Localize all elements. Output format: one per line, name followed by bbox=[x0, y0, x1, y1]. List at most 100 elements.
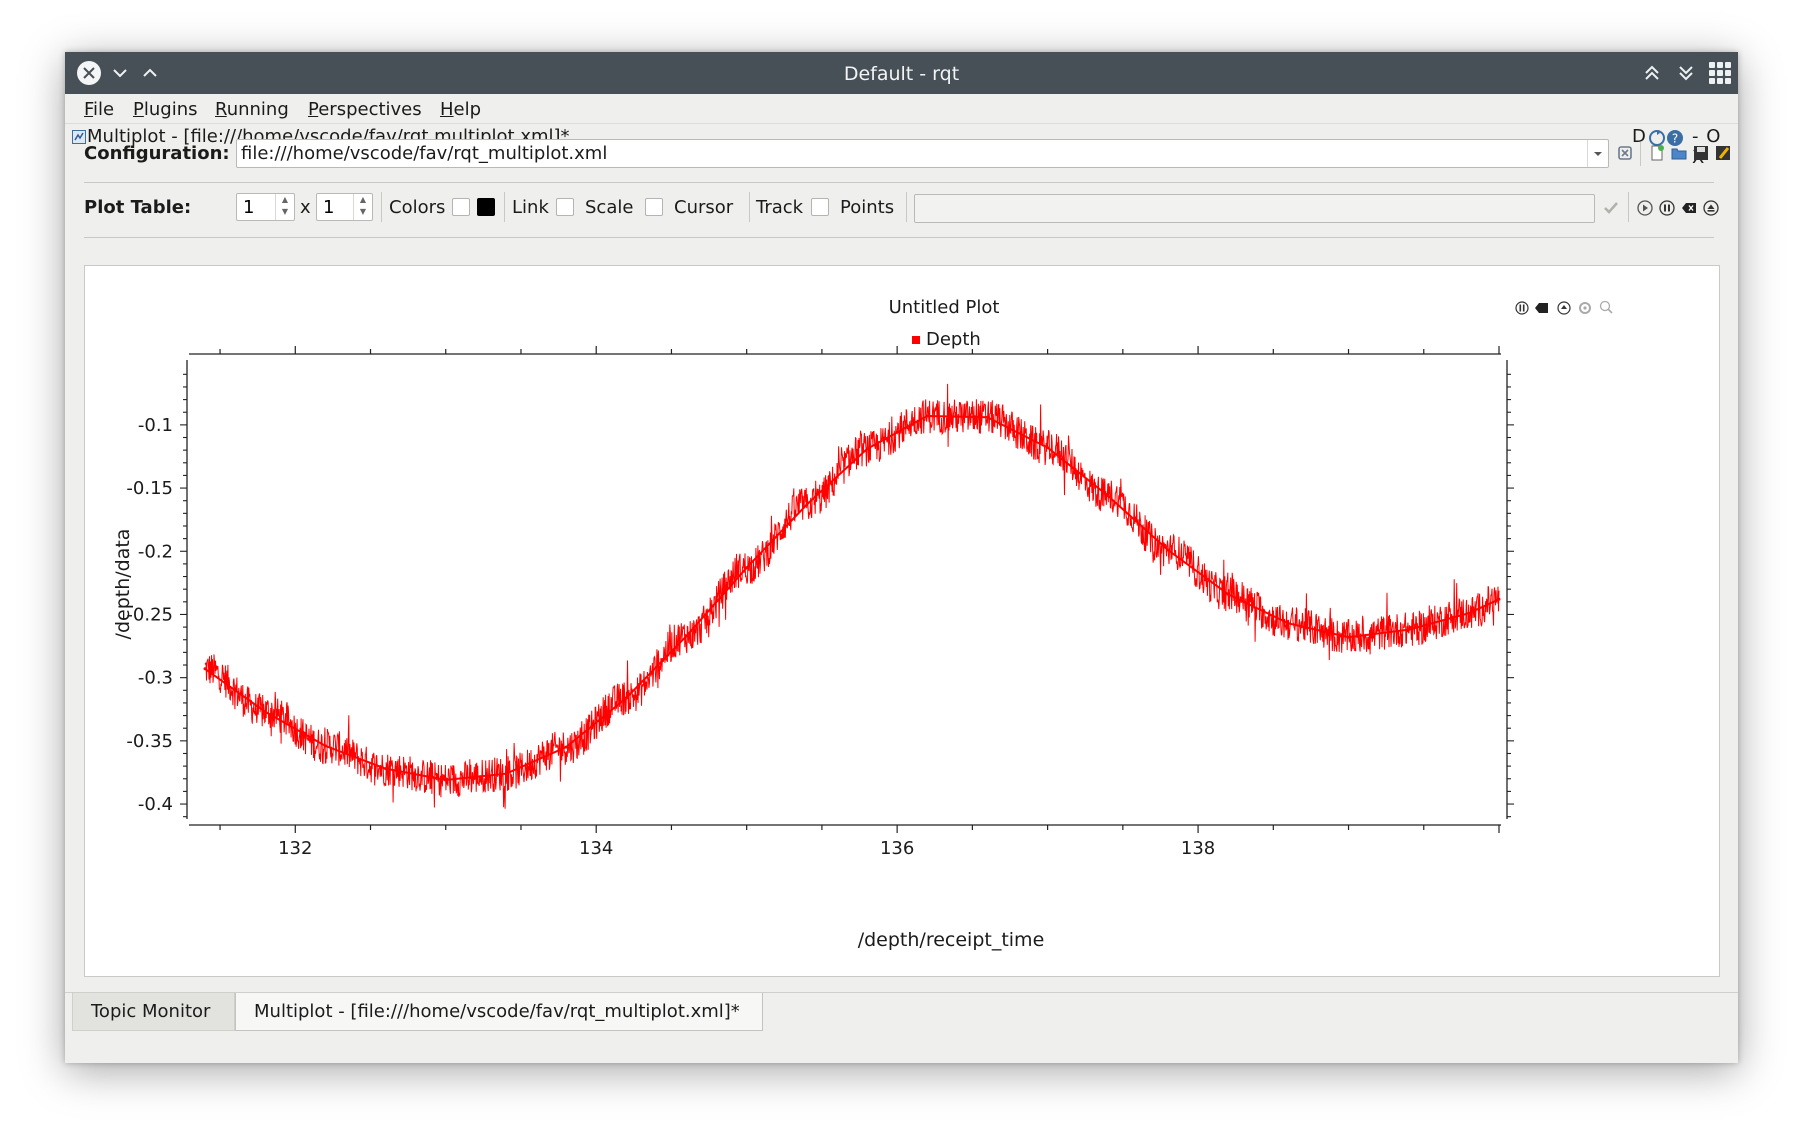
plot-zoom-icon[interactable] bbox=[1599, 300, 1613, 314]
new-file-icon[interactable] bbox=[1648, 144, 1666, 162]
separator bbox=[84, 182, 1714, 183]
configuration-value: file:///home/vscode/fav/rqt_multiplot.xm… bbox=[241, 143, 608, 164]
menu-running[interactable]: Running bbox=[215, 99, 289, 120]
save-as-icon[interactable] bbox=[1714, 144, 1732, 162]
y-tick-label: -0.4 bbox=[138, 794, 173, 815]
series-depth-point bbox=[684, 634, 688, 638]
keep-above-icon[interactable] bbox=[1639, 60, 1665, 86]
separator bbox=[1640, 142, 1641, 166]
series-depth-point bbox=[564, 745, 568, 749]
tab-topic-monitor[interactable]: Topic Monitor bbox=[72, 993, 235, 1031]
cols-value: 1 bbox=[323, 197, 335, 218]
series-depth-point bbox=[624, 696, 628, 700]
export-path-field[interactable] bbox=[914, 194, 1595, 223]
series-depth-point bbox=[805, 503, 809, 506]
y-tick-label: -0.2 bbox=[138, 541, 173, 562]
keep-below-icon[interactable] bbox=[1673, 60, 1699, 86]
tab-multiplot[interactable]: Multiplot - [file:///home/vscode/fav/rqt… bbox=[235, 993, 763, 1031]
series-depth-noise bbox=[204, 383, 1500, 809]
plot-clear-icon[interactable] bbox=[1535, 303, 1548, 313]
cols-spin-arrows[interactable]: ▲ ▼ bbox=[353, 194, 372, 220]
plot-pause-icon[interactable] bbox=[1515, 301, 1529, 315]
x-axis-label: /depth/receipt_time bbox=[858, 929, 1045, 951]
plot-table-label: Plot Table: bbox=[84, 197, 192, 218]
separator bbox=[906, 192, 907, 222]
configuration-dropdown[interactable] bbox=[1587, 140, 1608, 167]
series-depth-point bbox=[1497, 597, 1501, 601]
chevron-down-icon bbox=[1594, 152, 1602, 156]
y-tick-label: -0.3 bbox=[138, 668, 173, 689]
series-depth-point bbox=[504, 772, 508, 776]
colors-label: Colors bbox=[389, 197, 446, 218]
track-points-checkbox[interactable] bbox=[811, 198, 829, 216]
series-depth-point bbox=[985, 415, 989, 419]
export-icon[interactable] bbox=[1702, 199, 1720, 217]
series-depth-point bbox=[865, 447, 869, 451]
clear-config-icon[interactable] bbox=[1616, 144, 1634, 162]
legend-label: Depth bbox=[926, 329, 981, 350]
series-depth-point bbox=[925, 414, 929, 418]
plot-export-icon[interactable] bbox=[1557, 301, 1571, 315]
plot-widget: Untitled Plot Depth 132 134 136 138 -0.1… bbox=[84, 265, 1720, 977]
dock-d-label: D bbox=[1632, 126, 1646, 147]
menu-plugins[interactable]: Plugins bbox=[133, 99, 197, 120]
series-depth-point bbox=[323, 744, 327, 748]
menu-help[interactable]: Help bbox=[440, 99, 481, 120]
x-tick-label: 134 bbox=[579, 838, 613, 859]
series-depth-point bbox=[1407, 628, 1411, 632]
series-depth-point bbox=[263, 710, 267, 714]
clear-icon[interactable] bbox=[1680, 199, 1698, 217]
open-file-icon[interactable] bbox=[1670, 144, 1688, 162]
grid-menu-icon[interactable] bbox=[1707, 60, 1733, 86]
x-tick-label: 136 bbox=[880, 838, 914, 859]
rows-value: 1 bbox=[243, 197, 255, 218]
title-bar: Default - rqt bbox=[65, 52, 1738, 94]
background-color-button[interactable] bbox=[452, 198, 470, 216]
points-label: Points bbox=[840, 197, 895, 218]
rows-spin-arrows[interactable]: ▲ ▼ bbox=[275, 194, 294, 220]
y-tick-label: -0.1 bbox=[138, 415, 173, 436]
tab-bar: Topic Monitor Multiplot - [file:///home/… bbox=[65, 992, 1738, 1033]
configuration-combobox[interactable]: file:///home/vscode/fav/rqt_multiplot.xm… bbox=[236, 139, 1609, 168]
plot-settings-icon[interactable] bbox=[1579, 302, 1591, 314]
plot-canvas[interactable]: Untitled Plot Depth 132 134 136 138-0.1-… bbox=[85, 266, 1719, 976]
track-label: Track bbox=[756, 197, 804, 218]
series-depth-point bbox=[1166, 548, 1170, 552]
cols-spinbox[interactable]: 1 ▲ ▼ bbox=[316, 193, 373, 221]
menu-perspectives[interactable]: Perspectives bbox=[308, 99, 422, 120]
save-icon[interactable] bbox=[1692, 144, 1710, 162]
plot-series bbox=[203, 383, 1501, 809]
separator bbox=[1628, 192, 1629, 222]
series-depth-point bbox=[203, 667, 207, 671]
series-depth-line bbox=[204, 415, 1500, 782]
separator bbox=[504, 192, 505, 222]
y-tick-label: -0.15 bbox=[126, 478, 173, 499]
plot-table-x-label: x bbox=[300, 197, 311, 218]
link-cursor-checkbox[interactable] bbox=[645, 198, 663, 216]
plot-axes bbox=[186, 353, 1508, 826]
series-depth-point bbox=[1347, 635, 1351, 639]
play-icon[interactable] bbox=[1636, 199, 1654, 217]
tab-label: Topic Monitor bbox=[91, 1001, 211, 1022]
rows-spinbox[interactable]: 1 ▲ ▼ bbox=[236, 193, 295, 221]
link-scale-checkbox[interactable] bbox=[556, 198, 574, 216]
checkmark-icon[interactable] bbox=[1602, 199, 1620, 217]
series-depth-point bbox=[444, 778, 448, 782]
series-depth-point bbox=[745, 566, 749, 570]
legend-swatch bbox=[912, 336, 920, 344]
series-depth-point bbox=[1106, 494, 1110, 498]
menu-file[interactable]: File bbox=[84, 99, 114, 120]
separator bbox=[381, 192, 382, 222]
x-tick-label: 138 bbox=[1181, 838, 1215, 859]
link-label: Link bbox=[512, 197, 549, 218]
plugin-icon bbox=[72, 130, 86, 144]
y-axis-label: /depth/data bbox=[112, 529, 134, 640]
foreground-color-button[interactable] bbox=[477, 198, 495, 216]
x-tick-label: 132 bbox=[278, 838, 312, 859]
tab-label: Multiplot - [file:///home/vscode/fav/rqt… bbox=[254, 1001, 740, 1022]
menu-bar: File Plugins Running Perspectives Help bbox=[65, 94, 1738, 124]
configuration-label: Configuration: bbox=[84, 143, 230, 164]
pause-icon[interactable] bbox=[1658, 199, 1676, 217]
series-depth-point bbox=[384, 767, 388, 771]
series-depth-point bbox=[1046, 446, 1050, 450]
